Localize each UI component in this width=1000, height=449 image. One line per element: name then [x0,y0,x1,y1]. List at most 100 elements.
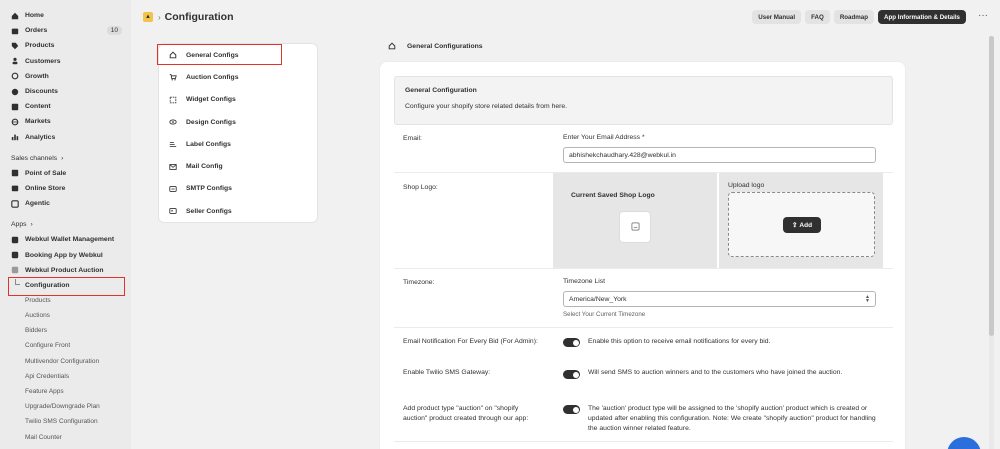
nav-label: Growth [25,72,49,80]
logo-drop-zone[interactable]: ⇪ Add [728,192,875,257]
menu-smtp-configs[interactable]: SMTP Configs [159,178,317,200]
agentic-icon [11,199,19,208]
menu-seller-configs[interactable]: Seller Configs [159,200,317,222]
nav-sub-bidders[interactable]: Bidders [0,323,131,338]
app-icon [11,266,19,274]
menu-auction-configs[interactable]: Auction Configs [159,66,317,88]
product-type-toggle[interactable] [563,405,580,414]
menu-label: SMTP Configs [186,185,232,193]
menu-label: Auction Configs [186,73,239,81]
menu-label: Mail Config [186,163,223,171]
nav-sub-configure-front[interactable]: Configure Front [0,338,131,353]
nav-app-booking[interactable]: Booking App by Webkul [0,247,131,262]
email-field[interactable]: abhishekchaudhary.428@webkul.in [563,147,876,163]
person-icon [11,57,19,65]
upload-logo-title: Upload logo [728,182,765,189]
email-value: abhishekchaudhary.428@webkul.in [569,151,676,159]
header-actions: User Manual FAQ Roadmap App Information … [752,10,966,24]
nav-home[interactable]: Home [0,8,131,23]
nav-discounts[interactable]: Discounts [0,84,131,99]
auction-app-icon[interactable]: ▲ [143,12,153,22]
chevron-right-icon: › [30,221,33,229]
email-notification-label: Email Notification For Every Bid (For Ad… [403,338,538,345]
cart-icon [169,73,177,81]
email-label: Email: [403,135,422,142]
current-logo-thumbnail [619,211,651,243]
main-heading: General Configurations [388,42,483,50]
menu-label: Label Configs [186,140,231,148]
nav-label: Webkul Product Auction [25,266,104,274]
nav-sub-mail-counter[interactable]: Mail Counter [0,430,131,445]
product-type-label: Add product type "auction" on "shopify a… [403,405,529,422]
app-info-button[interactable]: App Information & Details [878,10,966,24]
nav-customers[interactable]: Customers [0,54,131,69]
timezone-select[interactable]: America/New_York ▲ ▼ [563,291,876,307]
nav-sub-twilio[interactable]: Twilio SMS Configuration [0,414,131,429]
nav-label: Agentic [25,200,50,208]
nav-products[interactable]: Products [0,38,131,53]
nav-analytics[interactable]: Analytics [0,130,131,145]
nav-orders[interactable]: Orders 10 [0,23,131,38]
upload-icon: ⇪ [791,222,798,229]
menu-label: Design Configs [186,118,236,126]
bar-chart-icon [11,133,19,141]
divider [394,327,893,328]
scrollbar-thumb[interactable] [989,36,994,336]
add-logo-label: Add [799,221,813,229]
menu-widget-configs[interactable]: Widget Configs [159,89,317,111]
email-notification-toggle[interactable] [563,338,580,347]
timezone-value: America/New_York [569,295,627,303]
email-notification-text: Enable this option to receive email noti… [588,338,771,345]
chevron-right-icon: › [61,154,64,162]
menu-design-configs[interactable]: Design Configs [159,111,317,133]
image-icon [630,221,640,233]
nav-growth[interactable]: Growth [0,69,131,84]
nav-label: Discounts [25,88,58,96]
nav-markets[interactable]: Markets [0,114,131,129]
nav-sub-upgrade[interactable]: Upgrade/Downgrade Plan [0,399,131,414]
nav-sub-feature-apps[interactable]: Feature Apps [0,384,131,399]
top-bar: ▲ › Configuration User Manual FAQ Roadma… [131,0,1000,34]
menu-mail-config[interactable]: Mail Config [159,155,317,177]
content-icon [11,103,19,111]
tag-icon [11,42,19,50]
main-heading-label: General Configurations [407,42,483,50]
sales-channels-header[interactable]: Sales channels › [0,151,131,166]
eye-icon [169,118,177,126]
sidebar: Home Orders 10 Products Customers Growth… [0,0,131,449]
apps-header[interactable]: Apps › [0,217,131,232]
menu-label-configs[interactable]: Label Configs [159,133,317,155]
nav-app-auction[interactable]: Webkul Product Auction [0,263,131,278]
nav-online-store[interactable]: Online Store [0,181,131,196]
nav-agentic[interactable]: Agentic [0,196,131,211]
nav-point-of-sale[interactable]: Point of Sale [0,166,131,181]
highlight-configuration [8,277,125,296]
nav-content[interactable]: Content [0,99,131,114]
store-icon [11,184,19,192]
nav-label: Content [25,103,51,111]
discount-icon [11,88,19,96]
timezone-hint: Select Your Current Timezone [563,311,646,318]
sales-channels-label: Sales channels [11,154,58,162]
nav-app-wallet[interactable]: Webkul Wallet Management [0,232,131,247]
nav-sub-api-credentials[interactable]: Api Credentials [0,369,131,384]
nav-sub-auctions[interactable]: Auctions [0,308,131,323]
roadmap-button[interactable]: Roadmap [833,10,875,24]
faq-button[interactable]: FAQ [805,10,830,24]
user-manual-button[interactable]: User Manual [752,10,802,24]
twilio-toggle[interactable] [563,370,580,379]
app-icon [11,251,19,259]
config-menu: General Configs Auction Configs Widget C… [158,43,318,223]
divider [394,268,893,269]
add-logo-button[interactable]: ⇪ Add [783,217,821,233]
nav-sub-multivendor[interactable]: Multivendor Configuration [0,354,131,369]
seller-icon [169,207,177,215]
upload-logo-pane: Upload logo ⇪ Add [719,173,883,268]
nav-label: Customers [25,57,61,65]
more-options-icon[interactable]: ··· [978,10,988,21]
current-logo-title: Current Saved Shop Logo [571,192,655,199]
chat-bubble-button[interactable] [947,437,981,449]
current-logo-pane: Current Saved Shop Logo [553,173,717,268]
nav-label: Products [25,42,55,50]
section-title: General Configuration [405,87,477,94]
